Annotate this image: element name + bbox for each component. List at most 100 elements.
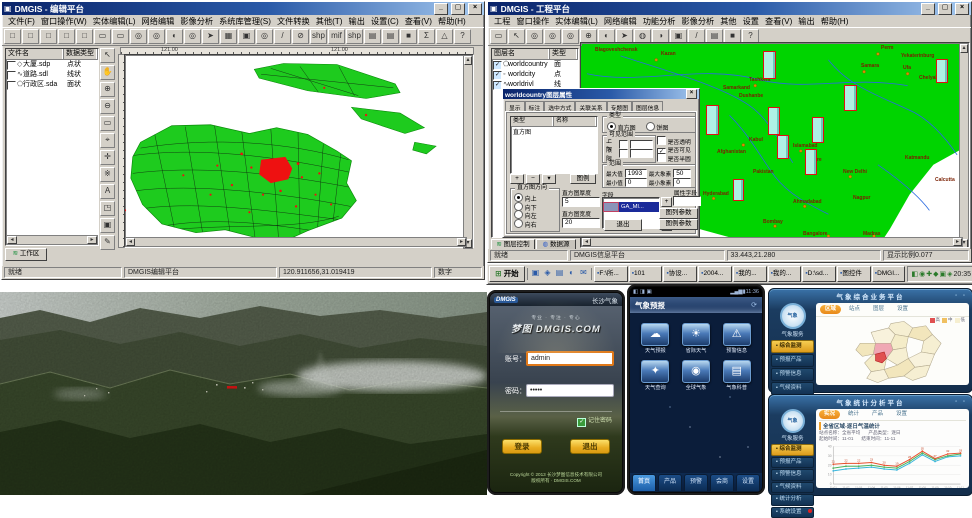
menu-item[interactable]: 功能分析 [640,15,679,27]
file-checkbox[interactable] [7,81,16,90]
content-tab[interactable]: 设置 [891,410,912,419]
menu-item[interactable]: 其他(T) [313,15,346,27]
map-tool-button[interactable]: ⊖ [100,99,115,114]
password-input[interactable]: ••••• [526,384,614,397]
lower-input[interactable] [630,149,653,158]
content-tab[interactable]: 图层 [868,305,889,314]
toolbar-button[interactable]: ◎ [562,29,579,44]
attr-field-input[interactable] [673,196,701,206]
exit-button[interactable]: 退出 [604,219,642,231]
thickness-input[interactable]: 5 [562,197,600,207]
field-add-button[interactable]: + [661,197,672,207]
toolbar-button[interactable]: ◎ [130,29,147,44]
tray-icon[interactable]: ▣ [939,270,946,279]
nav-item[interactable]: ▪ 系统设置 [771,507,814,518]
theme-list[interactable]: 类型 名称 直方图 [510,116,598,174]
menu-item[interactable]: 实体编辑(L) [552,15,601,27]
menu-item[interactable]: 网络编辑 [601,15,640,27]
taskbar-window-button[interactable]: ▪我的... [768,266,802,282]
taskbar-window-button[interactable]: ▪协设... [663,266,697,282]
weather-app-tile[interactable]: ☁ 天气预报 [636,323,675,354]
map-vscrollbar[interactable]: ▴ ▾ [463,55,473,249]
map-tool-button[interactable]: ✎ [100,235,115,250]
nav-item[interactable]: ▪ 综合监测 [771,444,814,456]
nav-item[interactable]: ▪ 预报产品 [771,457,814,469]
tray-icon[interactable]: ◆ [933,270,938,279]
taskbar-window-button[interactable]: ▪图控件 [837,266,871,282]
menu-item[interactable]: 系统库管理(S) [216,15,274,27]
min-value-input[interactable]: 0 [625,178,647,187]
close-button[interactable]: × [468,3,482,15]
toolbar-button[interactable]: △ [436,29,453,44]
worldmap-hscrollbar[interactable]: ◂ ▸ [581,237,963,247]
nav-item[interactable]: ▪ 气候资料 [771,482,814,494]
window-buttons[interactable]: ▫ ▫ [955,399,967,405]
tray-icon[interactable]: ◈ [947,270,952,279]
map-tool-button[interactable]: ⊕ [100,82,115,97]
file-checkbox[interactable] [7,61,16,70]
file-row[interactable]: ∿ 道路.sdl 线状 [6,70,98,80]
menu-item[interactable]: 查看(V) [762,15,795,27]
file-row[interactable]: ◇ 大厦.sdp 点状 [6,60,98,70]
info-titlebar[interactable]: ▣ DMGIS - 工程平台 _ ▢ × [488,2,971,15]
toolbar-button[interactable]: ▣ [238,29,255,44]
toolbar-button[interactable]: □ [76,29,93,44]
nav-item[interactable]: ▪ 综合监测 [771,340,814,353]
menu-item[interactable]: 帮助(H) [818,15,852,27]
menu-item[interactable]: 查看(V) [402,15,435,27]
weather-tab[interactable]: 首页 [632,474,656,492]
taskbar-window-button[interactable]: ▪2004... [698,266,732,282]
toolbar-button[interactable]: □ [40,29,57,44]
menu-item[interactable]: 工程 [491,15,513,27]
layer-row[interactable]: ✓ ◦ worldcity 点 [492,70,578,80]
minimize-button[interactable]: _ [434,3,448,15]
toolbar-button[interactable]: ◎ [256,29,273,44]
toolbar-button[interactable]: ◎ [148,29,165,44]
menu-item[interactable]: 实体编辑(L) [90,15,139,27]
toolbar-button[interactable]: mif [328,29,345,44]
taskbar-window-button[interactable]: ▪101 [629,266,663,282]
weather-tab[interactable]: 预警 [684,474,708,492]
col-datatype[interactable]: 数据类型 [64,49,98,59]
taskbar-window-button[interactable]: ▪F:\所... [594,266,628,282]
refresh-icon[interactable]: ⟳ [751,301,757,309]
dialog-close-button[interactable]: × [686,89,697,99]
quick-launch-icon[interactable]: ▤ [554,268,565,280]
weather-app-tile[interactable]: ⚠ 预警信息 [717,323,756,354]
quick-launch-icon[interactable]: ▣ [530,268,541,280]
menu-item[interactable]: 文件(F) [5,15,38,27]
menu-item[interactable]: 设置 [740,15,762,27]
remember-checkbox[interactable]: ✓ [577,418,586,427]
editor-map-canvas[interactable]: ▴ ▾ ◂ ▸ [124,54,474,248]
legend-params-button[interactable]: 图例参数 [659,219,698,230]
map-tool-button[interactable]: ※ [100,167,115,182]
weather-app-tile[interactable]: ◉ 全球气象 [677,360,716,391]
toolbar-button[interactable]: ▭ [490,29,507,44]
toolbar-button[interactable]: ? [454,29,471,44]
weather-tab[interactable]: 会商 [710,474,734,492]
width-input[interactable]: 20 [562,218,600,228]
menu-item[interactable]: 输出 [795,15,817,27]
taskbar-window-button[interactable]: ▪DMGI... [872,266,906,282]
add-button[interactable]: + [510,174,524,184]
terrain-3d-view[interactable] [0,292,487,495]
menu-item[interactable]: 文件转换 [274,15,313,27]
lower-checkbox[interactable] [619,149,628,158]
col-layertype[interactable]: 类型 [550,49,578,59]
col-name[interactable]: 名称 [554,117,597,126]
flag-checkbox[interactable]: 是否半圆 [657,153,697,162]
content-tab[interactable]: 统计 [843,410,864,419]
nav-item[interactable]: ▪ 预警信息 [771,368,814,381]
map-tool-button[interactable]: ✛ [100,150,115,165]
toolbar-button[interactable]: ◎ [544,29,561,44]
content-tab[interactable]: 实况 [819,410,840,419]
file-checkbox[interactable] [7,71,16,80]
nav-item[interactable]: ▪ 预警信息 [771,469,814,481]
layer-checkbox[interactable]: ✓ [493,71,502,80]
province-map[interactable] [819,317,967,385]
menu-item[interactable]: 网络编辑 [139,15,178,27]
remember-row[interactable]: ✓ 记住密码 [490,415,612,427]
toolbar-button[interactable]: ▭ [94,29,111,44]
map-tool-button[interactable]: ⌖ [100,133,115,148]
menu-item[interactable]: 帮助(H) [435,15,469,27]
